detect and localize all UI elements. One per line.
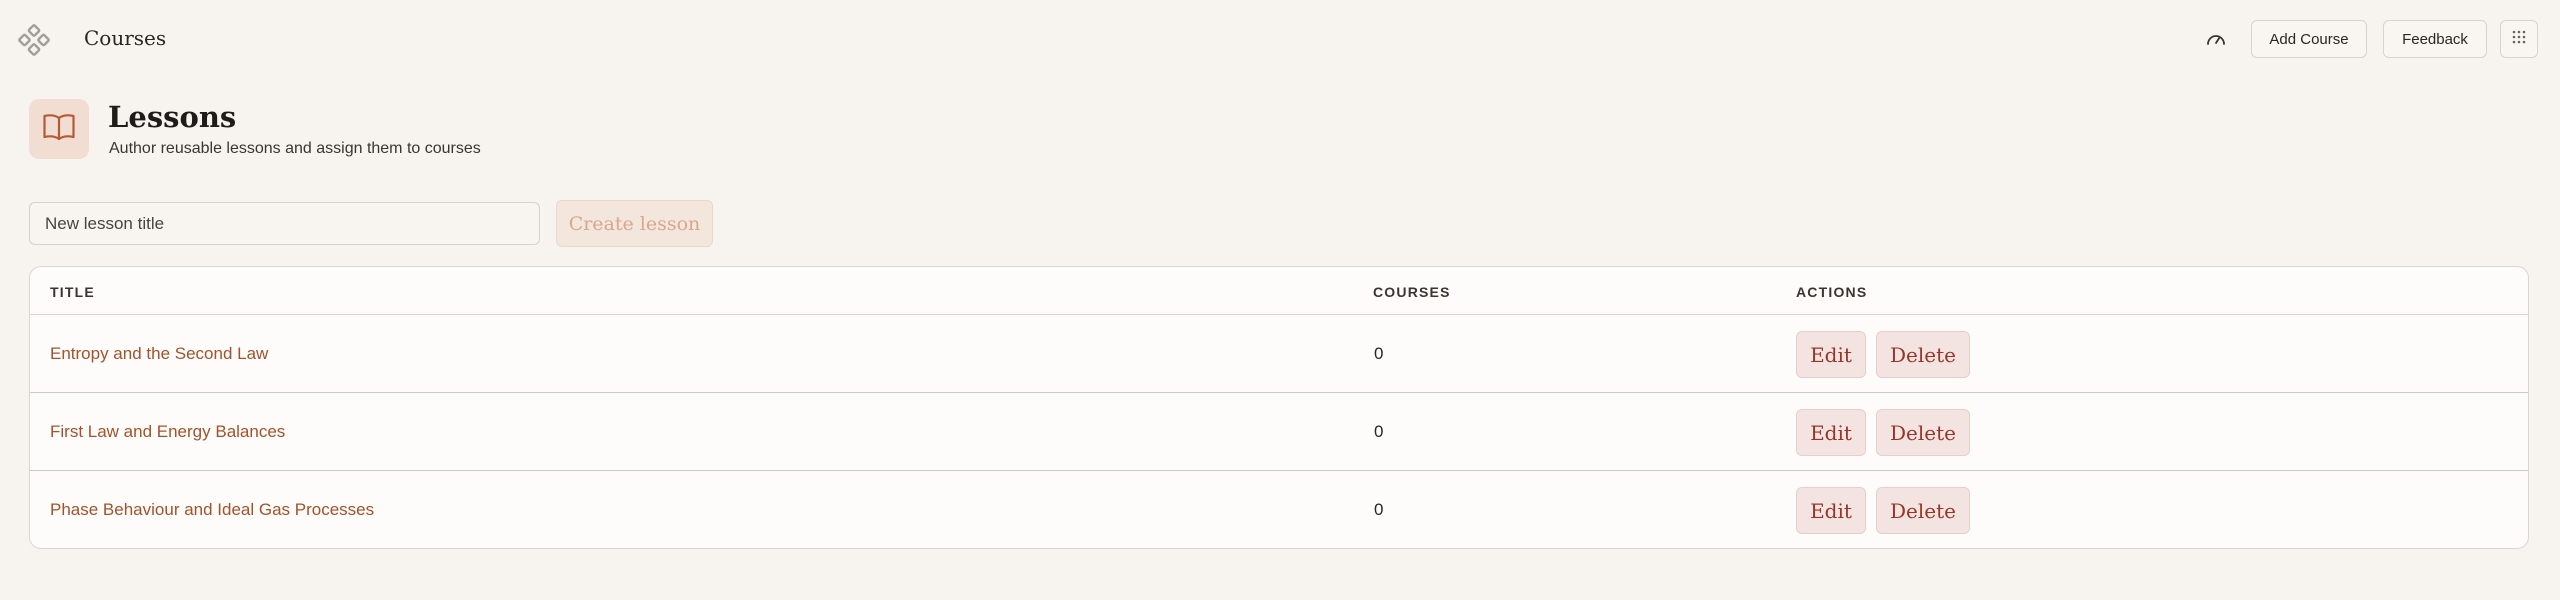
edit-button[interactable]: Edit xyxy=(1796,331,1866,378)
new-lesson-title-input[interactable] xyxy=(29,202,540,245)
table-row: First Law and Energy Balances 0 Edit Del… xyxy=(30,393,2528,471)
edit-button[interactable]: Edit xyxy=(1796,409,1866,456)
speedometer-icon[interactable] xyxy=(2204,28,2228,52)
table-header: TITLE COURSES ACTIONS xyxy=(30,267,2528,315)
lesson-title-link[interactable]: Phase Behaviour and Ideal Gas Processes xyxy=(50,500,374,520)
create-lesson-button[interactable]: Create lesson xyxy=(556,200,713,247)
column-header-title: TITLE xyxy=(50,284,95,300)
apps-menu-button[interactable] xyxy=(2500,20,2538,58)
lesson-title-link[interactable]: Entropy and the Second Law xyxy=(50,344,268,364)
diamond-cluster-icon[interactable] xyxy=(18,24,50,56)
column-header-courses: COURSES xyxy=(1373,284,1451,300)
grid-dots-icon xyxy=(2512,30,2526,48)
lessons-icon-badge xyxy=(29,99,89,159)
lesson-course-count: 0 xyxy=(1374,344,1384,363)
column-header-actions: ACTIONS xyxy=(1796,284,1868,300)
top-bar: Courses Add Course Feedback xyxy=(0,0,2560,78)
table-row: Phase Behaviour and Ideal Gas Processes … xyxy=(30,471,2528,548)
lessons-table: TITLE COURSES ACTIONS Entropy and the Se… xyxy=(29,266,2529,549)
lesson-title-link[interactable]: First Law and Energy Balances xyxy=(50,422,285,442)
delete-button[interactable]: Delete xyxy=(1876,409,1970,456)
page-title: Lessons xyxy=(108,100,237,134)
table-row: Entropy and the Second Law 0 Edit Delete xyxy=(30,315,2528,393)
open-book-icon xyxy=(42,112,76,147)
app-title[interactable]: Courses xyxy=(84,26,166,50)
add-course-button[interactable]: Add Course xyxy=(2251,20,2367,58)
feedback-button[interactable]: Feedback xyxy=(2383,20,2487,58)
lesson-course-count: 0 xyxy=(1374,422,1384,441)
edit-button[interactable]: Edit xyxy=(1796,487,1866,534)
delete-button[interactable]: Delete xyxy=(1876,487,1970,534)
page-subtitle: Author reusable lessons and assign them … xyxy=(109,140,481,157)
lesson-course-count: 0 xyxy=(1374,500,1384,519)
delete-button[interactable]: Delete xyxy=(1876,331,1970,378)
